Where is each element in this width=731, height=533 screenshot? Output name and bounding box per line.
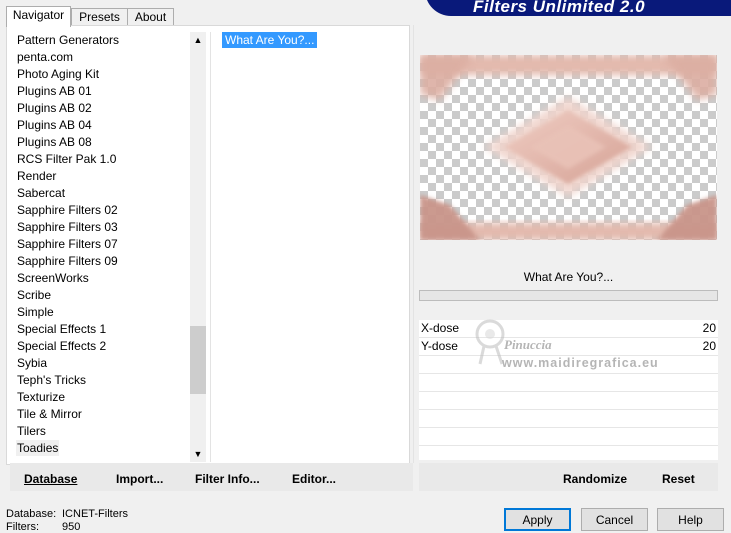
filter-list-item[interactable]: Sapphire Filters 09	[16, 253, 119, 269]
filter-list-item[interactable]: Teph's Tricks	[16, 372, 87, 388]
filter-list-item[interactable]: Sybia	[16, 355, 48, 371]
panel-divider	[413, 25, 414, 463]
status-database-value: ICNET-Filters	[62, 508, 128, 520]
status-filters-value: 950	[62, 521, 81, 533]
filter-category-list[interactable]: Pattern Generators penta.com Photo Aging K…	[10, 32, 190, 462]
filter-list-item[interactable]: penta.com	[16, 49, 74, 65]
filter-list-item[interactable]: Photo Aging Kit	[16, 66, 100, 82]
status-database-label: Database:	[6, 508, 57, 520]
filter-list-item[interactable]: Render	[16, 168, 57, 184]
filter-list-item[interactable]: Plugins AB 04	[16, 117, 93, 133]
help-button[interactable]: Help	[657, 508, 724, 531]
scroll-up-arrow-icon[interactable]: ▲	[190, 32, 206, 48]
list-divider	[210, 32, 211, 462]
database-button[interactable]: Database	[24, 463, 77, 491]
filter-list-item[interactable]: Toadies	[16, 440, 60, 456]
param-row-y-dose[interactable]: Y-dose 20	[419, 338, 718, 356]
param-row-empty	[419, 356, 718, 374]
filter-list-item[interactable]: Scribe	[16, 287, 52, 303]
filter-list-item[interactable]: Tile & Mirror	[16, 406, 83, 422]
filter-list-scrollbar[interactable]: ▲ ▼	[190, 32, 206, 462]
param-label: Y-dose	[421, 339, 458, 353]
apply-button[interactable]: Apply	[504, 508, 571, 531]
filter-list-item[interactable]: Sapphire Filters 07	[16, 236, 119, 252]
filter-list-item[interactable]: Plugins AB 01	[16, 83, 93, 99]
tab-presets[interactable]: Presets	[71, 8, 128, 26]
cancel-button[interactable]: Cancel	[581, 508, 648, 531]
preview-toolbar: Randomize Reset	[419, 463, 718, 491]
filter-list-item[interactable]: RCS Filter Pak 1.0	[16, 151, 117, 167]
status-filters-label: Filters:	[6, 521, 39, 533]
filter-list-item[interactable]: Tilers	[16, 423, 47, 439]
effect-name-label: What Are You?...	[419, 266, 718, 288]
param-row-empty	[419, 428, 718, 446]
filter-list-item[interactable]: Plugins AB 02	[16, 100, 93, 116]
param-row-empty	[419, 374, 718, 392]
effect-list-item[interactable]: What Are You?...	[222, 32, 318, 48]
reset-button[interactable]: Reset	[662, 463, 695, 491]
status-filters: Filters: 950	[6, 521, 80, 533]
parameter-panel: X-dose 20 Y-dose 20	[419, 320, 718, 460]
filter-list-item[interactable]: Sapphire Filters 02	[16, 202, 119, 218]
param-row-x-dose[interactable]: X-dose 20	[419, 320, 718, 338]
app-title: Filters Unlimited 2.0	[473, 0, 646, 16]
filter-info-button[interactable]: Filter Info...	[195, 463, 260, 491]
filter-list-item[interactable]: Pattern Generators	[16, 32, 120, 48]
tab-about[interactable]: About	[127, 8, 174, 26]
filter-list-item[interactable]: Plugins AB 08	[16, 134, 93, 150]
param-label: X-dose	[421, 321, 460, 335]
param-value[interactable]: 20	[703, 339, 716, 354]
randomize-button[interactable]: Randomize	[563, 463, 627, 491]
param-value[interactable]: 20	[703, 321, 716, 336]
progress-bar	[419, 290, 718, 301]
navigator-toolbar: Database Import... Filter Info... Editor…	[10, 463, 413, 491]
scroll-down-arrow-icon[interactable]: ▼	[190, 446, 206, 462]
status-database: Database: ICNET-Filters	[6, 508, 128, 520]
import-button[interactable]: Import...	[116, 463, 163, 491]
scrollbar-thumb[interactable]	[190, 326, 206, 394]
filter-list-item[interactable]: Simple	[16, 304, 55, 320]
preview-image	[420, 55, 717, 240]
title-banner: Filters Unlimited 2.0	[425, 0, 731, 16]
filter-list-item[interactable]: Special Effects 2	[16, 338, 107, 354]
filter-list-item[interactable]: ScreenWorks	[16, 270, 90, 286]
filter-list-item[interactable]: Special Effects 1	[16, 321, 107, 337]
param-row-empty	[419, 410, 718, 428]
param-row-empty	[419, 392, 718, 410]
filter-list-item[interactable]: Texturize	[16, 389, 66, 405]
tab-navigator[interactable]: Navigator	[6, 6, 71, 27]
filter-list-item[interactable]: Sapphire Filters 03	[16, 219, 119, 235]
editor-button[interactable]: Editor...	[292, 463, 336, 491]
filter-list-item[interactable]: Sabercat	[16, 185, 66, 201]
